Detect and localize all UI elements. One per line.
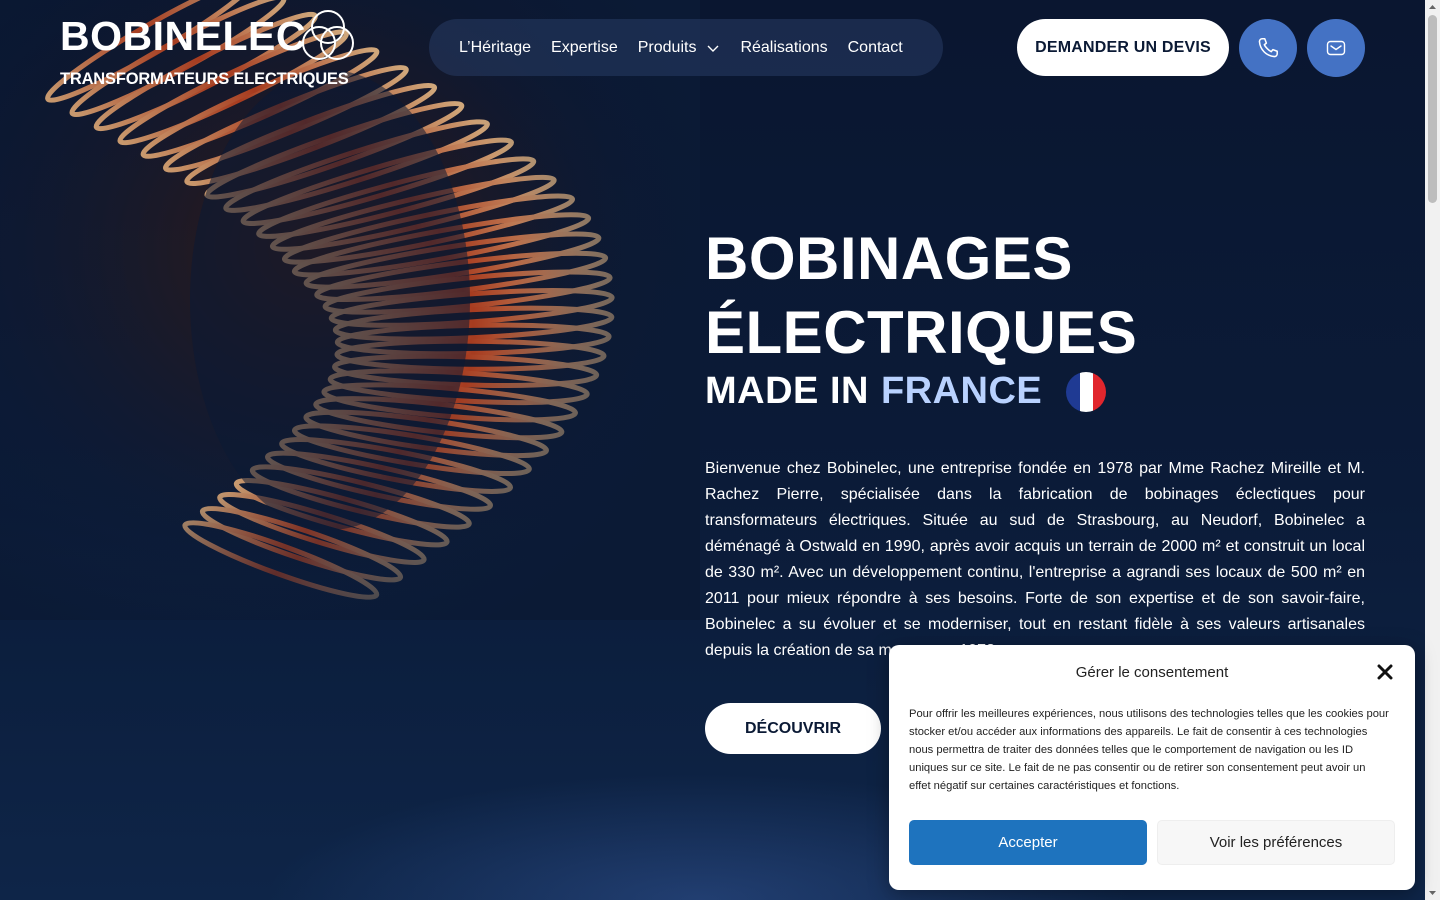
mail-icon — [1326, 40, 1346, 56]
nav-item-label: Contact — [847, 38, 903, 56]
nav-item-realisations[interactable]: Réalisations — [740, 39, 827, 57]
nav-item-produits[interactable]: Produits — [638, 39, 721, 57]
nav-item-label: Réalisations — [740, 38, 828, 56]
brand-tagline: TRANSFORMATEURS ELECTRIQUES — [60, 70, 349, 88]
phone-button[interactable] — [1239, 19, 1297, 77]
view-preferences-button[interactable]: Voir les préférences — [1157, 820, 1395, 865]
hero-intro-text: Bienvenue chez Bobinelec, une entreprise… — [705, 460, 1365, 659]
nav-item-label: L’Héritage — [459, 38, 532, 56]
french-flag-icon — [1066, 371, 1107, 412]
nav-item-heritage[interactable]: L’Héritage — [459, 39, 531, 57]
brand-logo[interactable]: BOBINELEC TRANSFORMATEURS ELECTRIQUES — [60, 8, 360, 90]
scroll-thumb[interactable] — [1428, 15, 1437, 203]
main-nav: L’Héritage Expertise Produits Réalisatio… — [429, 19, 943, 76]
nav-item-label: Expertise — [551, 38, 618, 56]
made-in-france: MADE IN FRANCE — [705, 370, 1107, 413]
nav-item-label: Produits — [637, 38, 697, 56]
close-icon[interactable] — [1377, 664, 1393, 680]
discover-button[interactable]: DÉCOUVRIR — [705, 703, 881, 754]
scroll-down-arrow-icon[interactable] — [1428, 888, 1437, 897]
nav-item-expertise[interactable]: Expertise — [551, 39, 618, 57]
made-in-label: MADE IN — [705, 370, 869, 412]
scroll-up-arrow-icon[interactable] — [1428, 3, 1437, 12]
copper-coil-image — [0, 0, 700, 620]
accept-button[interactable]: Accepter — [909, 820, 1147, 865]
logo-rings-icon — [302, 10, 354, 60]
consent-body: Pour offrir les meilleures expériences, … — [909, 708, 1389, 792]
request-quote-button[interactable]: DEMANDER UN DEVIS — [1017, 19, 1229, 76]
hero-title-line1: BOBINAGES — [705, 225, 1073, 292]
consent-title: Gérer le consentement — [1075, 664, 1229, 681]
chevron-down-icon — [707, 45, 719, 52]
page-scrollbar[interactable] — [1425, 0, 1440, 900]
nav-item-contact[interactable]: Contact — [848, 39, 903, 57]
cookie-consent-dialog: Gérer le consentement Pour offrir les me… — [889, 645, 1415, 890]
mail-button[interactable] — [1307, 19, 1365, 77]
brand-name: BOBINELEC — [60, 13, 306, 59]
hero-title: BOBINAGES ÉLECTRIQUES — [705, 222, 1137, 370]
hero-title-line2: ÉLECTRIQUES — [705, 299, 1138, 366]
phone-icon — [1258, 38, 1278, 58]
france-label: FRANCE — [880, 370, 1043, 412]
